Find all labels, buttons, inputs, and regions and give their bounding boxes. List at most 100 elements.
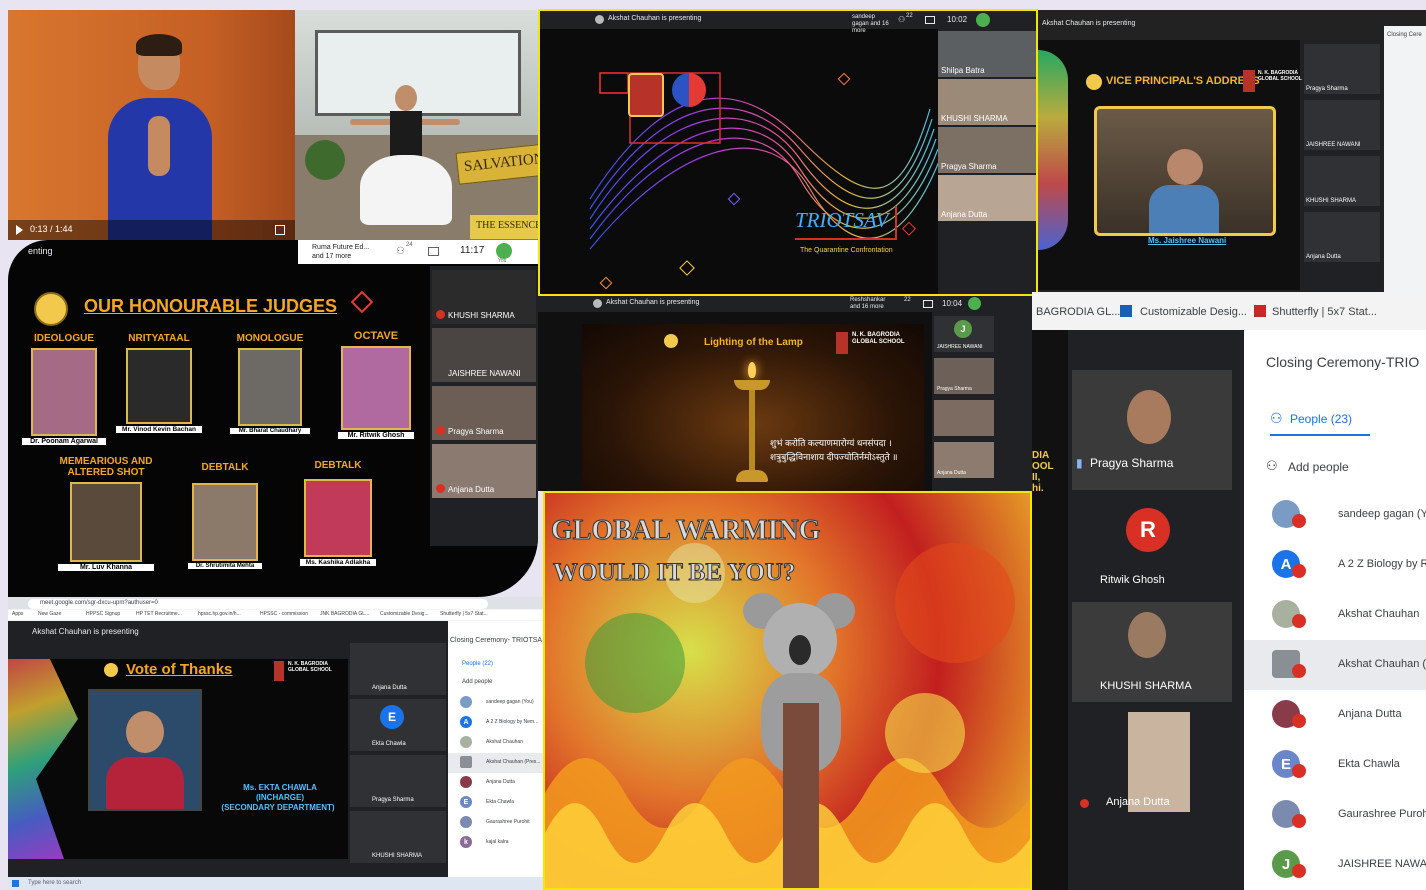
participant-tile[interactable]: Anjana Dutta <box>1304 212 1380 262</box>
play-icon[interactable] <box>16 225 23 235</box>
participant-name: Akshat Chauhan (P <box>1338 658 1426 670</box>
list-item[interactable]: Gaurashree Purohit <box>448 813 543 833</box>
participant-tile[interactable] <box>934 400 994 436</box>
bookmark-item[interactable]: Shutterfly | 5x7 Stat... <box>440 611 488 617</box>
list-item[interactable]: Anjana Dutta <box>448 773 543 793</box>
add-people-button[interactable]: Add people <box>462 679 492 685</box>
participant-tile[interactable]: J JAISHREE NAWANI <box>934 316 994 352</box>
tab-item[interactable]: Shutterfly | 5x7 Stat... <box>1272 306 1377 318</box>
participants-icon[interactable]: ⚇ <box>396 246 405 257</box>
participant-tile[interactable]: Anjana Dutta <box>938 175 1036 221</box>
participant-tile[interactable]: R Ritwik Ghosh <box>1072 496 1232 596</box>
participant-name: Ekta Chawla <box>1338 758 1400 770</box>
participant-tile[interactable]: ▮ Pragya Sharma <box>1072 370 1232 490</box>
boy-figure <box>100 34 220 240</box>
participant-tile[interactable]: Anjana Dutta <box>350 643 446 695</box>
add-people-button[interactable]: Add people <box>1288 460 1349 474</box>
bookmark-item[interactable]: JNK BAGRODIA GL... <box>320 611 369 617</box>
list-item[interactable]: sandeep gagan (Y <box>1244 490 1426 540</box>
people-tab[interactable]: People (23) <box>1290 412 1352 426</box>
participant-tile[interactable]: KHUSHI SHARMA <box>1304 156 1380 206</box>
judges-slide: OUR HONOURABLE JUDGES IDEOLOGUE Dr. Poon… <box>8 268 428 597</box>
mic-off-icon <box>1292 764 1306 778</box>
participant-tile[interactable]: Anjana Dutta <box>432 444 536 498</box>
participant-tile[interactable]: Pragya Sharma <box>350 755 446 807</box>
participant-tile[interactable]: Pragya Sharma <box>934 358 994 394</box>
koala-figure <box>735 593 865 888</box>
participant-tile[interactable]: KHUSHI SHARMA <box>432 270 536 324</box>
list-item[interactable]: Akshat Chauhan <box>1244 590 1426 640</box>
participant-name: Gaurashree Purohit <box>1338 808 1426 820</box>
bookmarks-bar: Apps New Gaze HPPSC Signup HP TET Recrui… <box>8 610 543 620</box>
participant-tile[interactable]: KHUSHI SHARMA <box>350 811 446 863</box>
meet-topbar: Ruma Future Ed... and 17 more ⚇ 24 11:17… <box>298 240 538 264</box>
tab-item[interactable]: BAGRODIA GL... <box>1036 306 1120 318</box>
list-item[interactable]: Akshat Chauhan (Pres... <box>448 753 543 773</box>
people-tab[interactable]: People (22) <box>462 661 493 667</box>
bookmark-item[interactable]: HPSSC - commission <box>260 611 308 617</box>
chat-icon[interactable] <box>925 16 935 24</box>
bookmark-item[interactable]: hpssc.hp.gov.in/h... <box>198 611 241 617</box>
bookmark-item[interactable]: Customizable Desig... <box>380 611 429 617</box>
participant-tile[interactable]: Anjana Dutta <box>1072 708 1232 818</box>
participant-tile[interactable]: Shilpa Batra <box>938 31 1036 77</box>
address-bar[interactable]: meet.google.com/sgr-dxcu-upm?authuser=0 <box>28 599 488 609</box>
mic-off-icon <box>1292 814 1306 828</box>
judge-photo <box>192 483 258 561</box>
people-side-panel: Closing Ceremony- TRIOTSA People (22) Ad… <box>448 621 543 877</box>
list-item[interactable]: sandeep gagan (You) <box>448 693 543 713</box>
list-item[interactable]: Gaurashree Purohit <box>1244 790 1426 840</box>
speaker-photo <box>1094 106 1276 236</box>
participant-tile[interactable]: Pragya Sharma <box>1304 44 1380 94</box>
bookmark-item[interactable]: New Gaze <box>38 611 61 617</box>
you-label: You <box>498 258 507 264</box>
participants-count: 22 <box>906 13 913 19</box>
bookmark-item[interactable]: HPPSC Signup <box>86 611 120 617</box>
tab-icon <box>1254 305 1266 317</box>
participant-tile[interactable]: KHUSHI SHARMA <box>1072 602 1232 702</box>
list-item[interactable]: E Ekta Chawla <box>448 793 543 813</box>
speaking-icon: ▮ <box>1076 456 1083 470</box>
participant-tile[interactable]: Pragya Sharma <box>938 127 1036 173</box>
side-panel: Closing Cere <box>1384 26 1426 292</box>
participants-icon[interactable]: ⚇ <box>898 15 905 24</box>
list-item[interactable]: Anjana Dutta <box>1244 690 1426 740</box>
search-input[interactable]: Type here to search <box>28 880 81 886</box>
title-badge <box>664 334 678 348</box>
start-icon[interactable] <box>12 880 19 887</box>
title-badge <box>104 663 118 677</box>
presenting-text: Akshat Chauhan is presenting <box>1042 20 1136 27</box>
participant-tile[interactable]: KHUSHI SHARMA <box>938 79 1036 125</box>
judge-photo <box>341 346 411 430</box>
chat-icon[interactable] <box>428 247 439 256</box>
dance-photo-panel: SALVATION THE ESSENCE <box>295 10 538 240</box>
video-controls[interactable]: 0:13 / 1:44 <box>8 220 295 240</box>
participant-tile[interactable]: JAISHREE NAWANI <box>1304 100 1380 150</box>
participant-tile[interactable]: JAISHREE NAWANI <box>432 328 536 382</box>
participant-tile[interactable]: Pragya Sharma <box>432 386 536 440</box>
list-item[interactable]: JJAISHREE NAWANI <box>1244 840 1426 890</box>
triotsav-meet-panel: Akshat Chauhan is presenting sandeep gag… <box>538 9 1038 296</box>
add-people-icon[interactable]: ⚇ <box>1266 458 1278 474</box>
participant-tile[interactable]: E Ekta Chawla <box>350 699 446 751</box>
judge-card: DEBTALK Dr. Shrutimita Mehta <box>188 462 262 569</box>
participant-tiles: Pragya Sharma JAISHREE NAWANI KHUSHI SHA… <box>1302 40 1382 290</box>
tab-item[interactable]: Customizable Desig... <box>1140 306 1247 318</box>
participant-tiles: Anjana Dutta E Ekta Chawla Pragya Sharma… <box>350 639 446 877</box>
list-item[interactable]: k kajal kalra <box>448 833 543 853</box>
list-item[interactable]: Akshat Chauhan (P <box>1244 640 1426 690</box>
fullscreen-icon[interactable] <box>275 225 285 235</box>
list-item[interactable]: AA 2 Z Biology by Nem... <box>448 713 543 733</box>
list-item[interactable]: Akshat Chauhan <box>448 733 543 753</box>
list-item[interactable]: AA 2 Z Biology by Re <box>1244 540 1426 590</box>
bookmark-item[interactable]: HP TET Recruitme... <box>136 611 182 617</box>
bookmark-item[interactable]: Apps <box>12 611 23 617</box>
attendees-text: Reshshankar and 16 more <box>850 297 886 310</box>
participant-tiles: Shilpa Batra KHUSHI SHARMA Pragya Sharma… <box>938 29 1036 294</box>
shloka-line1: शुभं करोति कल्याणमारोग्यं धनसंपदा । <box>770 438 892 448</box>
list-item[interactable]: E Ekta Chawla <box>1244 740 1426 790</box>
mic-off-icon <box>1292 664 1306 678</box>
event-title-box: TRIOTSAV <box>795 206 897 240</box>
participant-tile[interactable]: Anjana Dutta <box>934 442 994 478</box>
chat-icon[interactable] <box>923 300 933 308</box>
